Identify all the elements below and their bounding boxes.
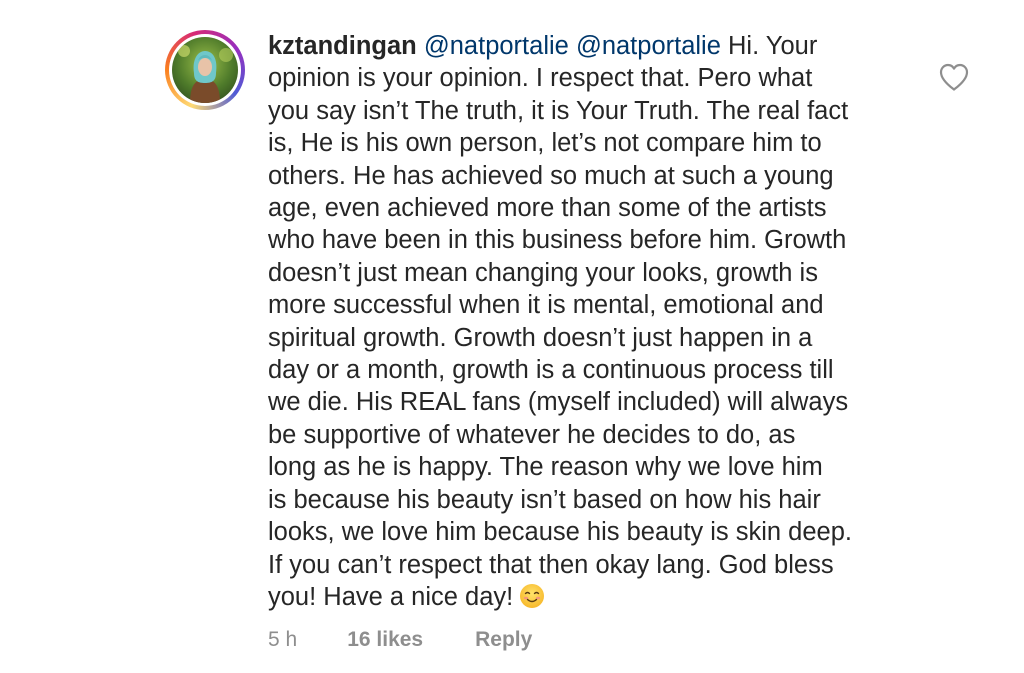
reply-button[interactable]: Reply bbox=[475, 626, 532, 654]
comment-body: kztandingan @natportalie @natportalie Hi… bbox=[268, 30, 908, 617]
likes-count-button[interactable]: 16 likes bbox=[347, 626, 423, 654]
comment-username[interactable]: kztandingan bbox=[268, 32, 417, 60]
comment-text-line: is because his beauty isn’t based on how… bbox=[268, 485, 821, 514]
mention-link[interactable]: @natportalie bbox=[576, 32, 721, 60]
comment-text-line: long as he is happy. The reason why we l… bbox=[268, 453, 823, 482]
mention-link[interactable]: @natportalie bbox=[424, 32, 569, 60]
comment-meta: 5 h 16 likes Reply bbox=[268, 626, 532, 654]
avatar-ring[interactable] bbox=[165, 30, 245, 110]
comment-timestamp: 5 h bbox=[268, 628, 298, 651]
comment-text-line: more successful when it is mental, emoti… bbox=[268, 291, 824, 320]
smiling-face-icon bbox=[519, 583, 545, 617]
comment-text-line: day or a month, growth is a continuous p… bbox=[268, 356, 834, 385]
avatar-border bbox=[169, 34, 241, 106]
comment-first-line: kztandingan @natportalie @natportalie Hi… bbox=[268, 30, 908, 62]
comment-text-line: you say isn’t The truth, it is Your Trut… bbox=[268, 96, 849, 125]
comment-text-line: be supportive of whatever he decides to … bbox=[268, 420, 796, 449]
comment-text-line: If you can’t respect that then okay lang… bbox=[268, 550, 834, 579]
comment-text-line: looks, we love him because his beauty is… bbox=[268, 518, 852, 547]
comment-text-line: is, He is his own person, let’s not comp… bbox=[268, 129, 822, 158]
comment-text-line: opinion is your opinion. I respect that.… bbox=[268, 64, 813, 93]
comment-text-line: age, even achieved more than some of the… bbox=[268, 194, 827, 223]
comment-last-line: you! Have a nice day! bbox=[268, 581, 908, 617]
comment-text-line: spiritual growth. Growth doesn’t just ha… bbox=[268, 323, 813, 352]
comment-text-line: others. He has achieved so much at such … bbox=[268, 161, 834, 190]
comment-text: Hi. Your bbox=[728, 32, 818, 60]
comment-text: you! Have a nice day! bbox=[268, 582, 514, 611]
heart-outline-icon[interactable] bbox=[938, 62, 970, 92]
comment-text-line: who have been in this business before hi… bbox=[268, 226, 847, 255]
avatar[interactable] bbox=[172, 37, 238, 103]
comment-text-line: we die. His REAL fans (myself included) … bbox=[268, 388, 849, 417]
comment-text-line: doesn’t just mean changing your looks, g… bbox=[268, 258, 818, 287]
